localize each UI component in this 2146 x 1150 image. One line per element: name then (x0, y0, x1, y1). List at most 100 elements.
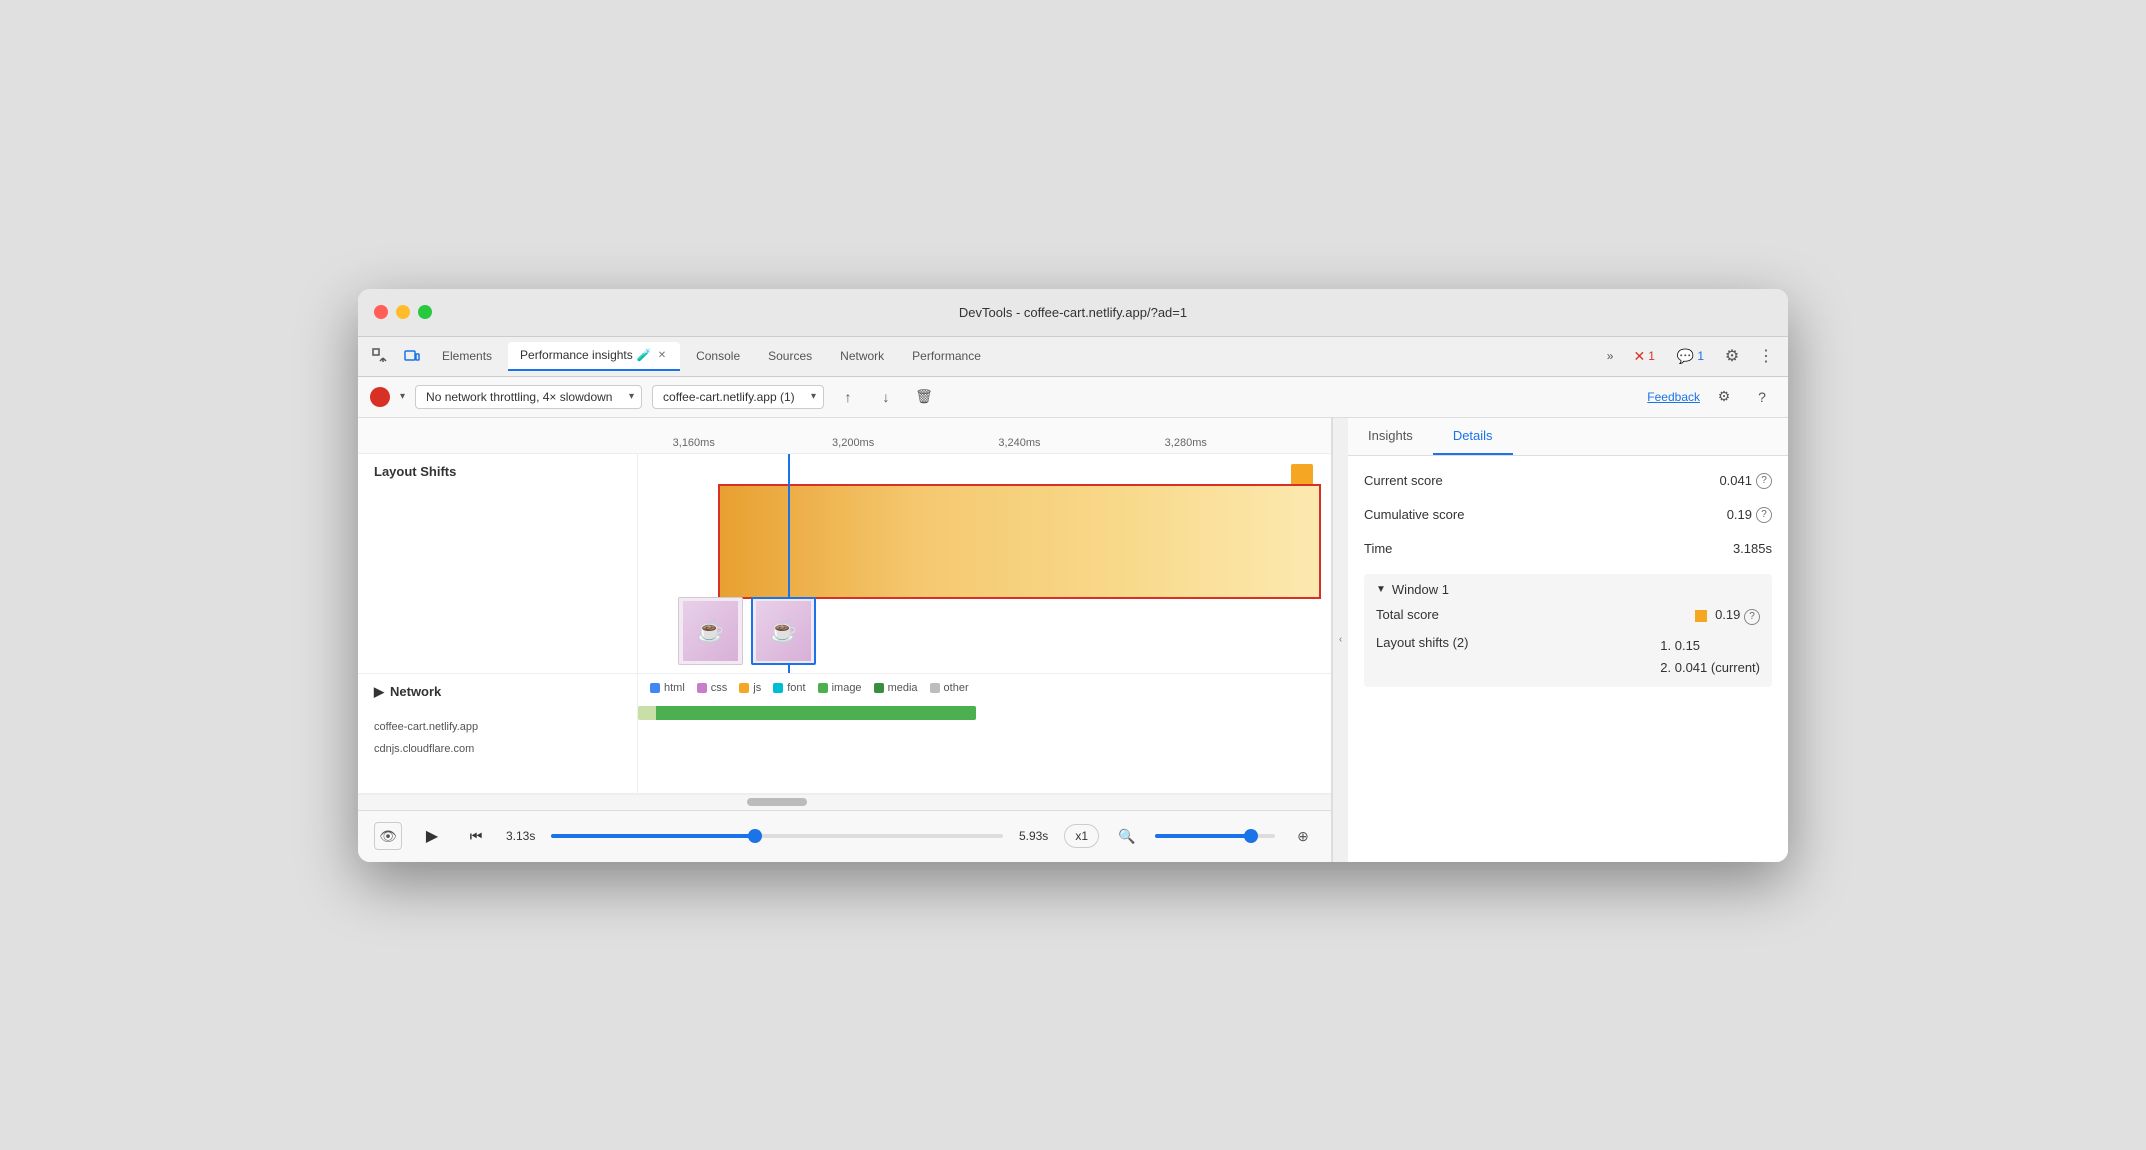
network-section: ▶ Network coffee-cart.netlify.app cdnjs.… (358, 674, 1331, 794)
net-bar-light-1 (638, 706, 656, 720)
total-score-detail-label: Total score (1376, 607, 1439, 625)
layout-shifts-content[interactable]: ☕ ☕ (638, 454, 1331, 673)
right-panel-content: Current score 0.041 ? Cumulative score 0… (1348, 456, 1788, 862)
time-value-right: 3.185s (1733, 541, 1772, 556)
legend-other-dot (930, 683, 940, 693)
info-badge-btn[interactable]: 💬 1 (1669, 345, 1712, 368)
thumbnails-container: ☕ ☕ (678, 597, 816, 665)
legend-js: js (739, 682, 761, 694)
tabbar: Elements Performance insights 🧪 ✕ Consol… (358, 337, 1788, 377)
window-1-header[interactable]: ▼ Window 1 (1376, 582, 1760, 597)
total-score-detail-value: 0.19 ? (1695, 607, 1760, 625)
play-button[interactable]: ▶ (418, 822, 446, 850)
record-button[interactable] (370, 387, 390, 407)
download-btn[interactable]: ↓ (872, 383, 900, 411)
upload-btn[interactable]: ↑ (834, 383, 862, 411)
eye-button[interactable]: 👁 (374, 822, 402, 850)
orange-square-icon (1695, 610, 1707, 622)
thumb-inner-2: ☕ (756, 601, 811, 661)
toolbar-settings-btn[interactable]: ⚙ (1710, 383, 1738, 411)
throttle-select[interactable]: No network throttling, 4× slowdown (415, 385, 642, 409)
current-score-label: Current score (1364, 472, 1443, 490)
thumbnail-1[interactable]: ☕ (678, 597, 743, 665)
network-toggle[interactable]: ▶ Network (358, 674, 637, 710)
tick-4: 3,280ms (1165, 437, 1207, 449)
tick-2: 3,200ms (832, 437, 874, 449)
timeline-scrollbar[interactable] (358, 794, 1331, 810)
url-select[interactable]: coffee-cart.netlify.app (1) (652, 385, 824, 409)
cumulative-score-value: 0.19 ? (1727, 507, 1772, 523)
toolbar-help-btn[interactable]: ? (1748, 383, 1776, 411)
total-score-info-icon[interactable]: ? (1744, 609, 1760, 625)
timeline-ticks: 3,160ms 3,200ms 3,240ms 3,280ms (638, 449, 1331, 453)
timeline-header: 3,160ms 3,200ms 3,240ms 3,280ms (358, 418, 1331, 454)
tab-performance-insights[interactable]: Performance insights 🧪 ✕ (508, 342, 680, 371)
zoom-thumb[interactable] (1244, 829, 1258, 843)
orange-score-indicator (1291, 464, 1313, 486)
close-tab-btn[interactable]: ✕ (656, 348, 668, 363)
network-row-1: coffee-cart.netlify.app (358, 716, 637, 738)
more-options-btn[interactable]: ⋮ (1752, 342, 1780, 370)
traffic-lights (374, 305, 432, 319)
delete-btn[interactable]: 🗑 (910, 383, 938, 411)
expand-icon: ▶ (374, 684, 384, 700)
tab-elements[interactable]: Elements (430, 343, 504, 369)
tab-performance[interactable]: Performance (900, 343, 993, 369)
tab-network[interactable]: Network (828, 343, 896, 369)
tab-insights[interactable]: Insights (1348, 418, 1433, 455)
minimize-button[interactable] (396, 305, 410, 319)
slider-thumb[interactable] (748, 829, 762, 843)
legend-css-dot (697, 683, 707, 693)
current-score-value: 0.041 ? (1719, 473, 1772, 489)
zoom-out-button[interactable]: 🔍 (1115, 824, 1139, 848)
thumb-cup-icon-2: ☕ (770, 618, 797, 644)
legend-js-dot (739, 683, 749, 693)
tick-3: 3,240ms (998, 437, 1040, 449)
net-row-1-bars (638, 706, 1331, 720)
current-score-row: Current score 0.041 ? (1364, 472, 1772, 490)
right-panel-tabs: Insights Details (1348, 418, 1788, 456)
current-score-info-icon[interactable]: ? (1756, 473, 1772, 489)
window-title: DevTools - coffee-cart.netlify.app/?ad=1 (959, 305, 1187, 320)
skip-start-button[interactable]: ⏮ (462, 822, 490, 850)
left-panel: 3,160ms 3,200ms 3,240ms 3,280ms Layout S… (358, 418, 1332, 862)
titlebar: DevTools - coffee-cart.netlify.app/?ad=1 (358, 289, 1788, 337)
feedback-link[interactable]: Feedback (1647, 390, 1700, 404)
cumulative-score-row: Cumulative score 0.19 ? (1364, 506, 1772, 524)
network-rows: coffee-cart.netlify.app cdnjs.cloudflare… (358, 710, 637, 766)
thumbnail-2[interactable]: ☕ (751, 597, 816, 665)
zoom-in-button[interactable]: ⊕ (1291, 824, 1315, 848)
window-chevron-icon: ▼ (1376, 584, 1386, 595)
speed-badge[interactable]: x1 (1064, 824, 1099, 848)
error-badge-btn[interactable]: ✕ 1 (1625, 345, 1662, 368)
scroll-thumb[interactable] (747, 798, 807, 806)
time-label-right: Time (1364, 540, 1392, 558)
inspect-element-btn[interactable] (366, 342, 394, 370)
throttle-select-wrapper[interactable]: No network throttling, 4× slowdown (415, 385, 642, 409)
maximize-button[interactable] (418, 305, 432, 319)
layout-shifts-detail-row: Layout shifts (2) 1. 0.15 2. 0.041 (curr… (1376, 635, 1760, 679)
record-dropdown-arrow[interactable]: ▾ (400, 391, 405, 402)
url-select-wrapper[interactable]: coffee-cart.netlify.app (1) (652, 385, 824, 409)
legend-media: media (874, 682, 918, 694)
toolbar: ▾ No network throttling, 4× slowdown cof… (358, 377, 1788, 418)
net-bar-green-1 (656, 706, 976, 720)
tab-console[interactable]: Console (684, 343, 752, 369)
zoom-slider[interactable] (1155, 834, 1275, 838)
layout-shift-orange-bar (718, 484, 1321, 599)
time-end-label: 5.93s (1019, 829, 1048, 843)
legend-html: html (650, 682, 685, 694)
tab-sources[interactable]: Sources (756, 343, 824, 369)
responsive-btn[interactable] (398, 342, 426, 370)
close-button[interactable] (374, 305, 388, 319)
cumulative-score-label: Cumulative score (1364, 506, 1464, 524)
cumulative-score-info-icon[interactable]: ? (1756, 507, 1772, 523)
bottom-bar: 👁 ▶ ⏮ 3.13s 5.93s x1 🔍 ⊕ (358, 810, 1331, 862)
legend-other: other (930, 682, 969, 694)
settings-btn[interactable]: ⚙ (1718, 342, 1746, 370)
thumb-inner-1: ☕ (683, 601, 738, 661)
more-tabs-btn[interactable]: » (1601, 345, 1620, 367)
timeline-scrubber[interactable] (551, 834, 1003, 838)
tab-details[interactable]: Details (1433, 418, 1513, 455)
panel-collapse-arrow[interactable]: ‹ (1332, 418, 1348, 862)
